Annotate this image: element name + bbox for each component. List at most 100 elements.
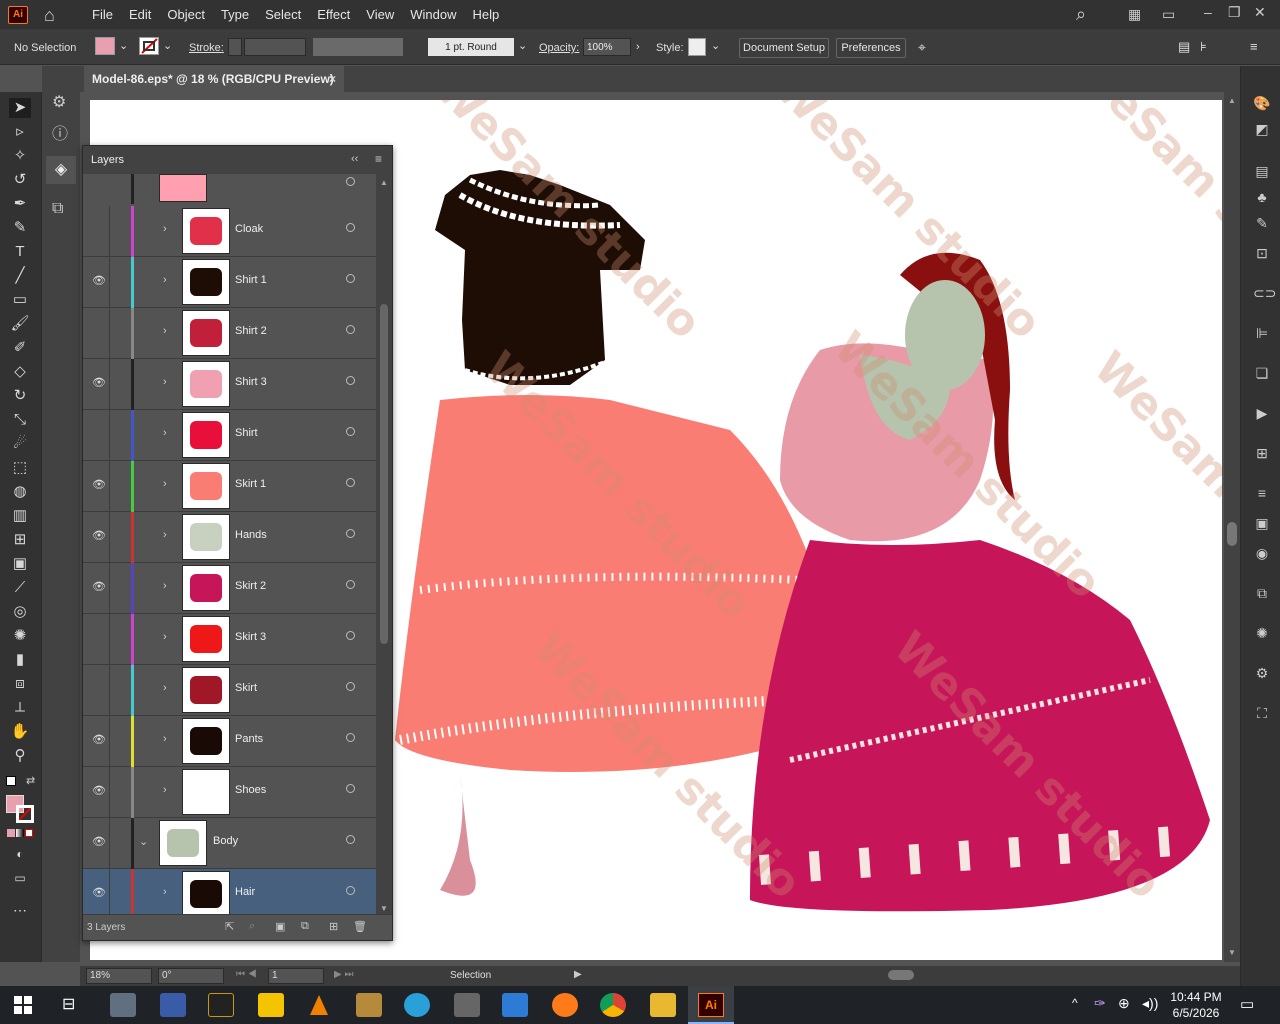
layer-row[interactable]: 👁 › Shirt 1: [83, 257, 376, 308]
align-panel-icon[interactable]: ⊫: [1253, 324, 1271, 342]
expand-chevron-icon[interactable]: ›: [163, 478, 167, 490]
expand-chevron-icon[interactable]: ›: [163, 886, 167, 898]
clipping-mask-icon[interactable]: ▣: [275, 920, 285, 933]
visibility-eye-icon[interactable]: [91, 325, 107, 339]
app-icon[interactable]: [110, 993, 136, 1017]
stroke-weight-input[interactable]: [244, 38, 306, 56]
clock[interactable]: 10:44 PM 6/5/2026: [1166, 989, 1226, 1021]
gradient-tool-icon[interactable]: ▣: [9, 554, 31, 574]
chrome-icon[interactable]: [600, 993, 626, 1017]
layer-row[interactable]: 👁 › Skirt 1: [83, 461, 376, 512]
illustrator-taskbar-item[interactable]: Ai: [688, 986, 734, 1024]
first-artboard-icon[interactable]: ⏮ ◀: [236, 969, 257, 980]
scroll-down-icon[interactable]: ▼: [1228, 948, 1236, 957]
player-app-icon[interactable]: [258, 993, 284, 1017]
image-trace-icon[interactable]: ✺: [1253, 624, 1271, 642]
fill-dropdown-icon[interactable]: ⌄: [119, 39, 128, 52]
curvature-tool-icon[interactable]: ✎: [9, 218, 31, 238]
swap-colors-icon[interactable]: ⇄: [26, 774, 35, 787]
fill-swatch[interactable]: [95, 37, 115, 55]
brushes-icon[interactable]: ✎: [1253, 214, 1271, 232]
layer-target-icon[interactable]: [346, 274, 355, 283]
gradient-mode-icon[interactable]: [16, 829, 24, 837]
layer-row[interactable]: › Cloak: [83, 206, 376, 257]
style-swatch[interactable]: [688, 38, 706, 56]
pen-tray-icon[interactable]: ✑: [1094, 995, 1106, 1012]
close-window-icon[interactable]: ✕: [1254, 4, 1266, 21]
artboards-panel-icon[interactable]: ⧉: [52, 200, 63, 218]
rectangle-tool-icon[interactable]: ▭: [9, 290, 31, 310]
graphic-styles-icon[interactable]: ⧉: [1253, 584, 1271, 602]
workspace-icon[interactable]: ▭: [1162, 6, 1175, 23]
visibility-eye-icon[interactable]: [91, 223, 107, 237]
visibility-eye-icon[interactable]: 👁: [91, 784, 107, 798]
libraries-icon[interactable]: ⛶: [1253, 704, 1271, 722]
expand-chevron-icon[interactable]: ›: [163, 427, 167, 439]
task-view-icon[interactable]: ⊟: [62, 994, 75, 1014]
stroke-weight-stepper[interactable]: [228, 38, 242, 56]
visibility-eye-icon[interactable]: 👁: [91, 835, 107, 849]
style-dropdown-icon[interactable]: ⌄: [711, 39, 720, 52]
artboard-tool-icon[interactable]: ⧈: [9, 674, 31, 694]
app-icon[interactable]: [356, 993, 382, 1017]
direct-selection-tool-icon[interactable]: ▹: [9, 122, 31, 142]
notifications-icon[interactable]: ▭: [1240, 995, 1254, 1013]
layer-row[interactable]: › Shirt 2: [83, 308, 376, 359]
scroll-up-icon[interactable]: ▲: [1228, 96, 1236, 105]
opacity-input[interactable]: 100%: [583, 38, 631, 56]
visibility-eye-icon[interactable]: 👁: [91, 376, 107, 390]
menu-edit[interactable]: Edit: [121, 7, 159, 22]
visibility-eye-icon[interactable]: 👁: [91, 529, 107, 543]
free-transform-tool-icon[interactable]: ⬚: [9, 458, 31, 478]
layer-row[interactable]: 👁 › Hair: [83, 869, 376, 920]
shape-builder-tool-icon[interactable]: ◍: [9, 482, 31, 502]
zoom-select[interactable]: 18%: [86, 968, 152, 984]
visibility-eye-icon[interactable]: 👁: [91, 274, 107, 288]
new-layer-icon[interactable]: ⊞: [329, 920, 338, 933]
stroke-color-icon[interactable]: [16, 805, 34, 823]
layer-row[interactable]: › Skirt 3: [83, 614, 376, 665]
control-menu-icon[interactable]: ≡: [1250, 39, 1258, 54]
locate-object-icon[interactable]: ⌕: [249, 920, 255, 933]
quick-actions-icon[interactable]: ⌖: [918, 39, 926, 56]
transparency-icon[interactable]: ⊞: [1253, 444, 1271, 462]
actions-icon[interactable]: ▶: [1253, 404, 1271, 422]
brush-definition[interactable]: 1 pt. Round: [428, 38, 514, 56]
color-guide-icon[interactable]: ◩: [1253, 120, 1271, 138]
layer-target-icon[interactable]: [346, 886, 355, 895]
paintbrush-tool-icon[interactable]: 🖌: [9, 314, 31, 334]
eyedropper-tool-icon[interactable]: ⟋: [9, 578, 31, 598]
transform-icon[interactable]: ⊧: [1200, 39, 1207, 55]
properties-panel-icon[interactable]: ⚙: [52, 92, 66, 112]
layers-scroll-up-icon[interactable]: ▲: [380, 178, 388, 187]
vertical-scroll-thumb[interactable]: [1227, 522, 1237, 546]
app-icon[interactable]: [404, 993, 430, 1017]
opacity-label[interactable]: Opacity:: [539, 42, 579, 54]
layer-row[interactable]: 👁 › Skirt 2: [83, 563, 376, 614]
studio-app-icon[interactable]: [208, 993, 234, 1017]
app-icon[interactable]: [160, 993, 186, 1017]
eraser-tool-icon[interactable]: ◇: [9, 362, 31, 382]
perspective-grid-tool-icon[interactable]: ▥: [9, 506, 31, 526]
windows-start-icon[interactable]: [14, 996, 32, 1014]
brush-dropdown-icon[interactable]: ⌄: [518, 39, 527, 52]
horizontal-scrollbar[interactable]: [594, 969, 1214, 981]
layer-target-icon[interactable]: [346, 835, 355, 844]
layers-panel-icon[interactable]: ◈: [46, 156, 76, 184]
layers-tab[interactable]: Layers: [83, 154, 124, 166]
mesh-tool-icon[interactable]: ⊞: [9, 530, 31, 550]
swatches-icon[interactable]: ▤: [1253, 162, 1271, 180]
restore-icon[interactable]: ❐: [1228, 4, 1241, 21]
horizontal-scroll-thumb[interactable]: [888, 970, 914, 980]
layer-row[interactable]: 👁 › Shirt 3: [83, 359, 376, 410]
minimize-icon[interactable]: –: [1204, 4, 1212, 20]
color-mode-icon[interactable]: [7, 829, 15, 837]
preferences-button[interactable]: Preferences: [836, 38, 906, 58]
draw-mode-icon[interactable]: ◐: [9, 844, 31, 864]
visibility-eye-icon[interactable]: 👁: [91, 478, 107, 492]
menu-file[interactable]: File: [84, 7, 121, 22]
expand-chevron-icon[interactable]: ›: [163, 325, 167, 337]
selection-tool-icon[interactable]: ➤: [9, 98, 31, 118]
edit-toolbar-icon[interactable]: ⋯: [9, 900, 31, 920]
network-icon[interactable]: ⊕: [1118, 995, 1130, 1012]
